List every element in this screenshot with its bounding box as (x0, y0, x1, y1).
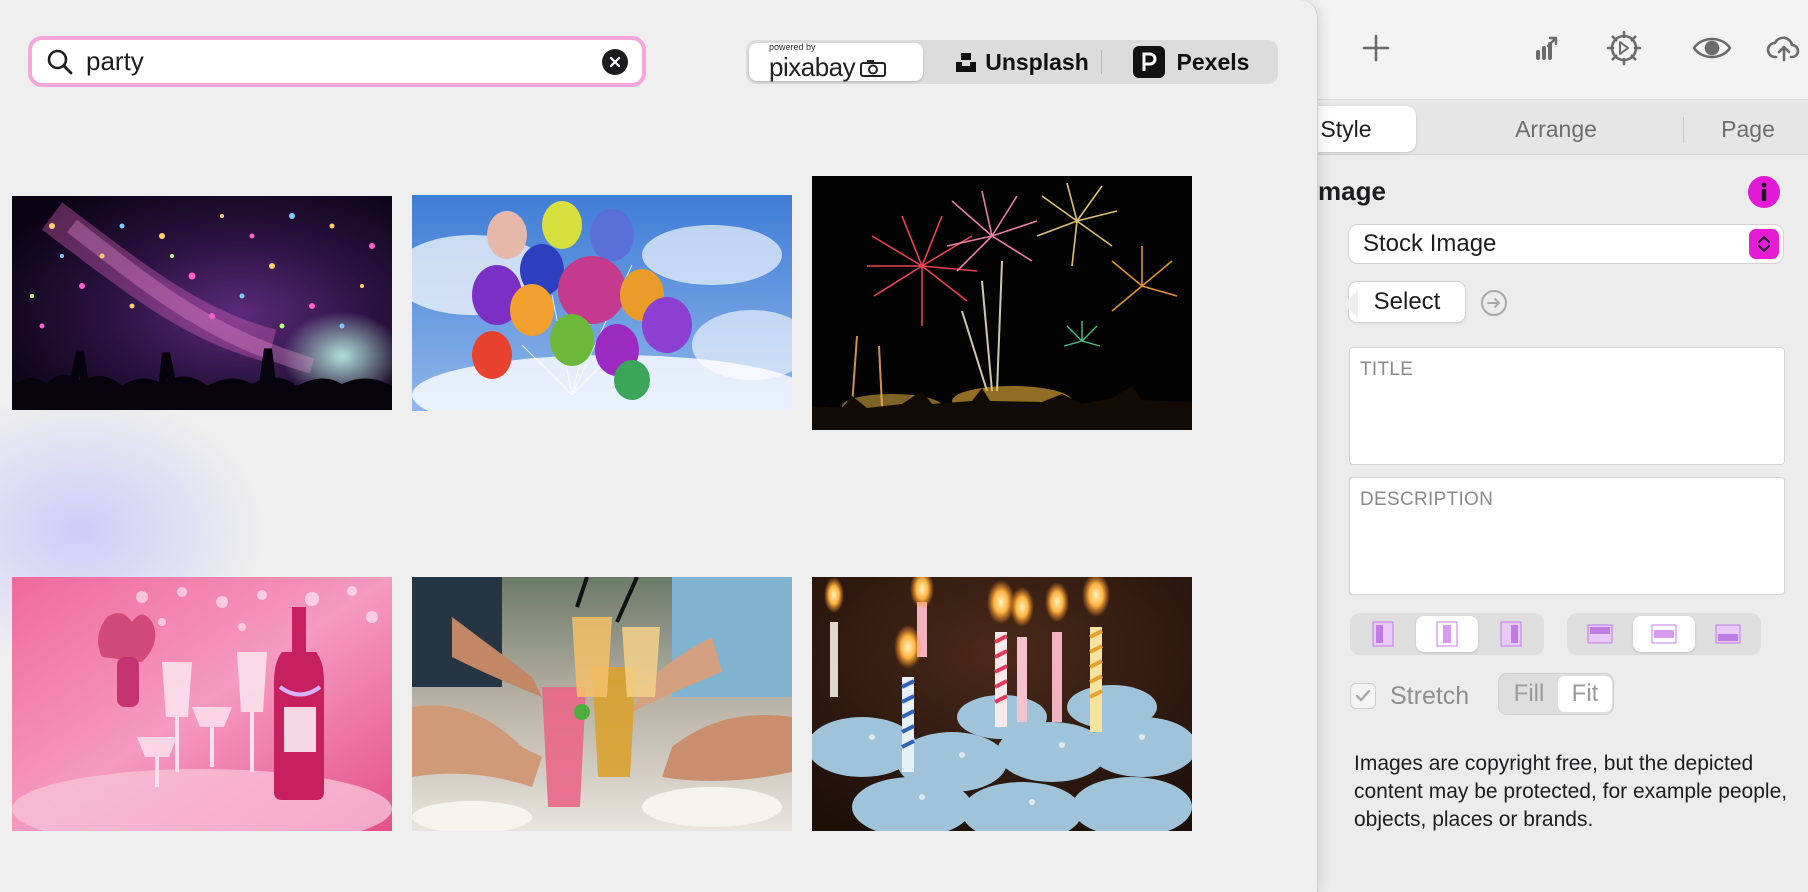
search-icon (47, 49, 73, 74)
horizontal-align-group (1350, 613, 1544, 655)
arrow-right-circle-icon[interactable] (1480, 289, 1508, 317)
tab-arrange[interactable]: Arrange (1456, 106, 1656, 152)
unsplash-logo-icon (956, 53, 977, 72)
image-provider-switcher: powered by pixabay Unsplash Pexels (746, 40, 1278, 84)
align-top-button[interactable] (1569, 616, 1631, 652)
inspector-panel: Style Arrange Page mage Stock Image Sele… (1276, 0, 1808, 892)
image-source-select[interactable]: Stock Image (1348, 224, 1784, 264)
analytics-icon[interactable] (1526, 26, 1570, 70)
unsplash-label: Unsplash (985, 48, 1089, 75)
info-icon[interactable] (1748, 176, 1780, 208)
provider-pexels[interactable]: Pexels (1108, 43, 1274, 81)
stretch-label: Stretch (1390, 681, 1470, 710)
chevron-up-down-icon (1749, 229, 1779, 259)
provider-divider (1101, 50, 1102, 74)
title-placeholder: TITLE (1360, 359, 1414, 380)
result-image-cupcakes[interactable] (812, 577, 1192, 831)
toolbar (1282, 0, 1808, 100)
align-top-icon (1587, 624, 1613, 644)
align-center-button[interactable] (1416, 616, 1478, 652)
image-source-value: Stock Image (1363, 230, 1497, 257)
tab-divider (1683, 117, 1684, 143)
title-field[interactable]: TITLE (1349, 347, 1785, 465)
align-right-button[interactable] (1480, 616, 1542, 652)
vertical-align-group (1567, 613, 1761, 655)
camera-icon (860, 59, 887, 77)
tab-page[interactable]: Page (1690, 106, 1806, 152)
pexels-logo-icon (1132, 46, 1165, 78)
fill-button[interactable]: Fill (1502, 676, 1556, 712)
align-bottom-button[interactable] (1697, 616, 1759, 652)
align-middle-icon (1651, 624, 1677, 644)
fit-button[interactable]: Fit (1558, 676, 1612, 712)
align-left-button[interactable] (1352, 616, 1414, 652)
description-field[interactable]: DESCRIPTION (1349, 477, 1785, 595)
cloud-upload-icon[interactable] (1762, 26, 1806, 70)
result-image-balloons[interactable] (412, 195, 792, 411)
clear-search-icon[interactable] (602, 49, 628, 75)
search-field[interactable] (28, 36, 646, 87)
description-placeholder: DESCRIPTION (1360, 489, 1494, 510)
align-right-icon (1500, 621, 1522, 647)
settings-gear-icon[interactable] (1602, 26, 1646, 70)
stretch-option: Stretch (1350, 676, 1469, 716)
provider-pixabay[interactable]: powered by pixabay (749, 42, 923, 82)
align-center-icon (1436, 621, 1458, 647)
add-icon[interactable] (1354, 26, 1398, 70)
copyright-notice: Images are copyright free, but the depic… (1354, 752, 1788, 831)
checkmark-icon (1355, 689, 1371, 702)
preview-eye-icon[interactable] (1686, 26, 1738, 70)
align-left-icon (1372, 621, 1394, 647)
align-middle-button[interactable] (1633, 616, 1695, 652)
result-image-confetti[interactable] (12, 196, 392, 410)
result-image-champagne[interactable] (12, 577, 392, 831)
pixabay-label: pixabay (769, 52, 856, 82)
app-window: Style Arrange Page mage Stock Image Sele… (0, 0, 1808, 892)
stretch-checkbox[interactable] (1350, 683, 1376, 709)
popover-arrow (1344, 290, 1358, 318)
pixabay-tagline: powered by (769, 42, 816, 52)
search-input[interactable] (86, 46, 566, 77)
select-button[interactable]: Select (1348, 281, 1466, 323)
fill-fit-toggle: Fill Fit (1498, 673, 1614, 715)
provider-unsplash[interactable]: Unsplash (942, 43, 1102, 81)
result-image-fireworks[interactable] (812, 176, 1192, 430)
result-image-toast[interactable] (412, 577, 792, 831)
pexels-label: Pexels (1176, 48, 1250, 75)
stock-image-popover: powered by pixabay Unsplash Pexels (0, 0, 1318, 892)
inspector-tabs: Style Arrange Page (1276, 103, 1808, 155)
section-title: mage (1318, 176, 1386, 206)
align-bottom-icon (1715, 624, 1741, 644)
